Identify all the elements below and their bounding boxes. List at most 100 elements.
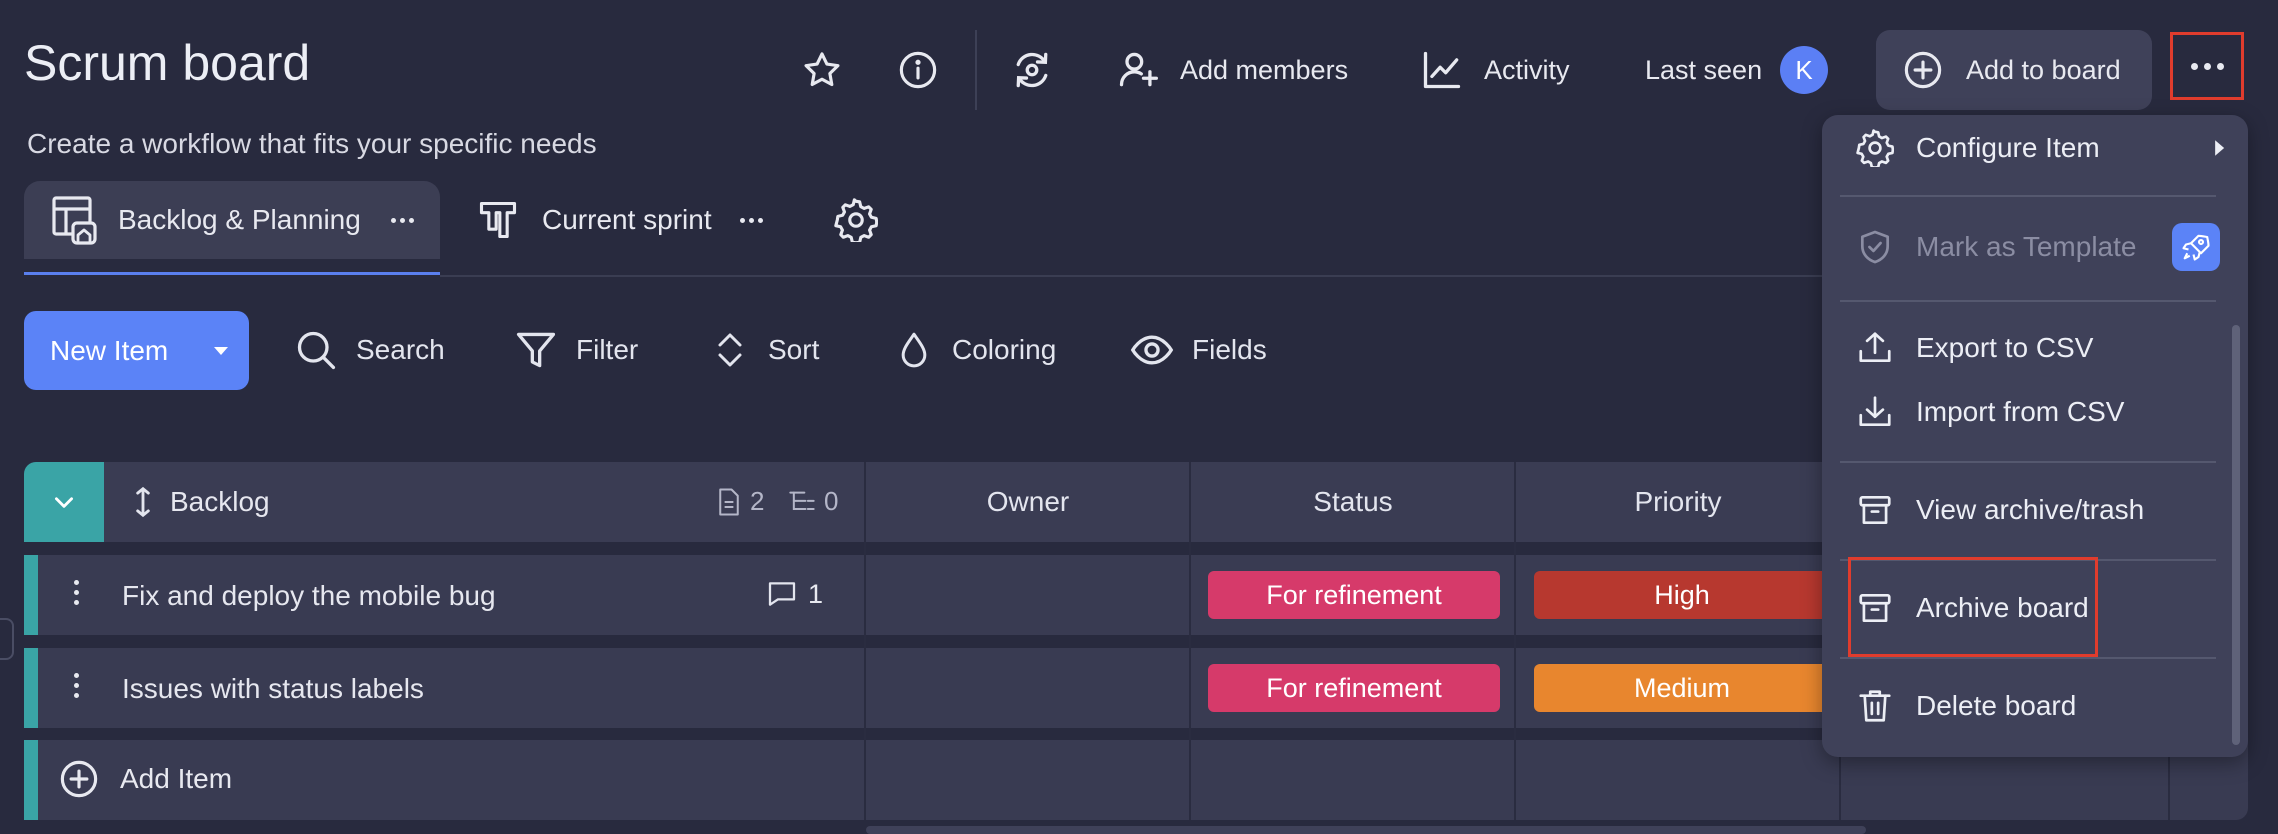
menu-item-view-archive[interactable]: View archive/trash [1856, 491, 2144, 529]
menu-item-label: Mark as Template [1916, 231, 2137, 262]
columns-icon [476, 198, 520, 242]
add-members-button[interactable]: Add members [1116, 38, 1348, 102]
menu-scrollbar[interactable] [2232, 325, 2240, 745]
item-title[interactable]: Issues with status labels [122, 673, 424, 705]
tab-label: Backlog & Planning [118, 204, 361, 235]
archive-board-highlight [1848, 557, 2098, 657]
new-item-label: New Item [50, 334, 169, 366]
fields-button[interactable]: Fields [1130, 318, 1267, 382]
trash-icon [1856, 687, 1894, 725]
chevron-down-icon[interactable] [24, 462, 104, 542]
page-subtitle: Create a workflow that fits your specifi… [27, 128, 597, 159]
filter-icon [514, 328, 558, 372]
last-seen[interactable]: Last seen K [1645, 38, 1829, 102]
menu-item-mark-as-template: Mark as Template [1856, 228, 2136, 266]
upload-icon [1856, 329, 1894, 367]
item-count: 2 [716, 486, 764, 517]
horizontal-scrollbar[interactable] [866, 826, 1866, 834]
plus-circle-icon [1902, 49, 1944, 91]
tabs-divider [440, 275, 1840, 277]
coloring-button[interactable]: Coloring [894, 318, 1056, 382]
column-header-status[interactable]: Status [1191, 462, 1515, 542]
row-color-bar [24, 648, 38, 728]
menu-item-label: Delete board [1916, 690, 2077, 721]
tab-current-sprint[interactable]: Current sprint [476, 181, 763, 259]
activity-button[interactable]: Activity [1420, 38, 1570, 102]
chevron-right-icon [2212, 139, 2226, 157]
menu-divider [1840, 195, 2216, 197]
menu-divider [1840, 300, 2216, 302]
activity-icon [1420, 48, 1464, 92]
avatar[interactable]: K [1780, 46, 1829, 94]
column-divider [1189, 462, 1191, 820]
menu-item-export-csv[interactable]: Export to CSV [1856, 329, 2093, 367]
activity-label: Activity [1484, 54, 1570, 85]
menu-item-delete-board[interactable]: Delete board [1856, 687, 2076, 725]
subitem-count-value: 0 [824, 486, 839, 516]
page-title: Scrum board [24, 35, 311, 91]
add-to-board-label: Add to board [1966, 54, 2121, 85]
item-count-value: 2 [750, 486, 765, 516]
coloring-label: Coloring [952, 334, 1057, 365]
more-icon[interactable] [2170, 32, 2244, 100]
filter-label: Filter [576, 334, 639, 365]
tab-label: Current sprint [542, 204, 712, 235]
chevron-down-icon[interactable] [193, 345, 249, 357]
row-menu-icon[interactable] [74, 673, 79, 698]
comment-icon [766, 578, 798, 610]
new-item-button[interactable]: New Item [24, 311, 249, 390]
sync-icon[interactable] [1000, 38, 1064, 102]
header-divider [975, 30, 977, 110]
priority-badge[interactable]: Medium [1534, 664, 1830, 712]
tab-backlog-planning[interactable]: Backlog & Planning [24, 181, 440, 259]
search-label: Search [356, 334, 445, 365]
active-tab-indicator [24, 272, 440, 275]
search-button[interactable]: Search [294, 318, 445, 382]
column-header-owner[interactable]: Owner [866, 462, 1190, 542]
add-item-button[interactable]: Add Item [58, 758, 232, 800]
status-badge[interactable]: For refinement [1208, 664, 1500, 712]
plus-circle-icon [58, 758, 100, 800]
add-to-board-button[interactable]: Add to board [1876, 30, 2152, 110]
menu-item-import-csv[interactable]: Import from CSV [1856, 393, 2124, 431]
menu-divider [1840, 461, 2216, 463]
add-item-label: Add Item [120, 763, 233, 794]
archive-icon [1856, 491, 1894, 529]
sort-button[interactable]: Sort [710, 318, 819, 382]
sort-icon [710, 328, 750, 372]
side-handle[interactable] [0, 618, 14, 660]
download-icon [1856, 393, 1894, 431]
menu-item-label: Export to CSV [1916, 332, 2094, 363]
search-icon [294, 328, 338, 372]
star-icon[interactable] [790, 38, 854, 102]
fields-label: Fields [1192, 334, 1267, 365]
menu-item-label: Import from CSV [1916, 396, 2125, 427]
column-divider [1514, 462, 1516, 820]
row-color-bar [24, 740, 38, 820]
column-divider [864, 462, 866, 820]
drag-icon[interactable] [132, 486, 154, 518]
gear-icon[interactable] [824, 188, 888, 252]
board-home-icon [50, 194, 98, 246]
add-members-label: Add members [1180, 54, 1349, 85]
comment-count[interactable]: 1 [766, 578, 823, 610]
filter-button[interactable]: Filter [514, 318, 638, 382]
status-badge[interactable]: For refinement [1208, 571, 1500, 619]
group-name[interactable]: Backlog [170, 486, 270, 518]
eye-icon [1130, 328, 1174, 372]
tab-more-icon[interactable] [390, 217, 414, 223]
menu-divider [1840, 657, 2216, 659]
subitems-icon [788, 487, 816, 517]
row-menu-icon[interactable] [74, 580, 79, 605]
subitem-count: 0 [788, 486, 838, 517]
gear-icon [1856, 129, 1894, 167]
priority-badge[interactable]: High [1534, 571, 1830, 619]
column-header-priority[interactable]: Priority [1516, 462, 1840, 542]
add-user-icon [1116, 48, 1160, 92]
tab-more-icon[interactable] [739, 217, 763, 223]
info-icon[interactable] [886, 38, 950, 102]
menu-item-configure-item[interactable]: Configure Item [1856, 129, 2226, 167]
item-title[interactable]: Fix and deploy the mobile bug [122, 580, 496, 612]
comment-count-value: 1 [808, 578, 824, 609]
menu-item-label: Configure Item [1916, 132, 2100, 163]
